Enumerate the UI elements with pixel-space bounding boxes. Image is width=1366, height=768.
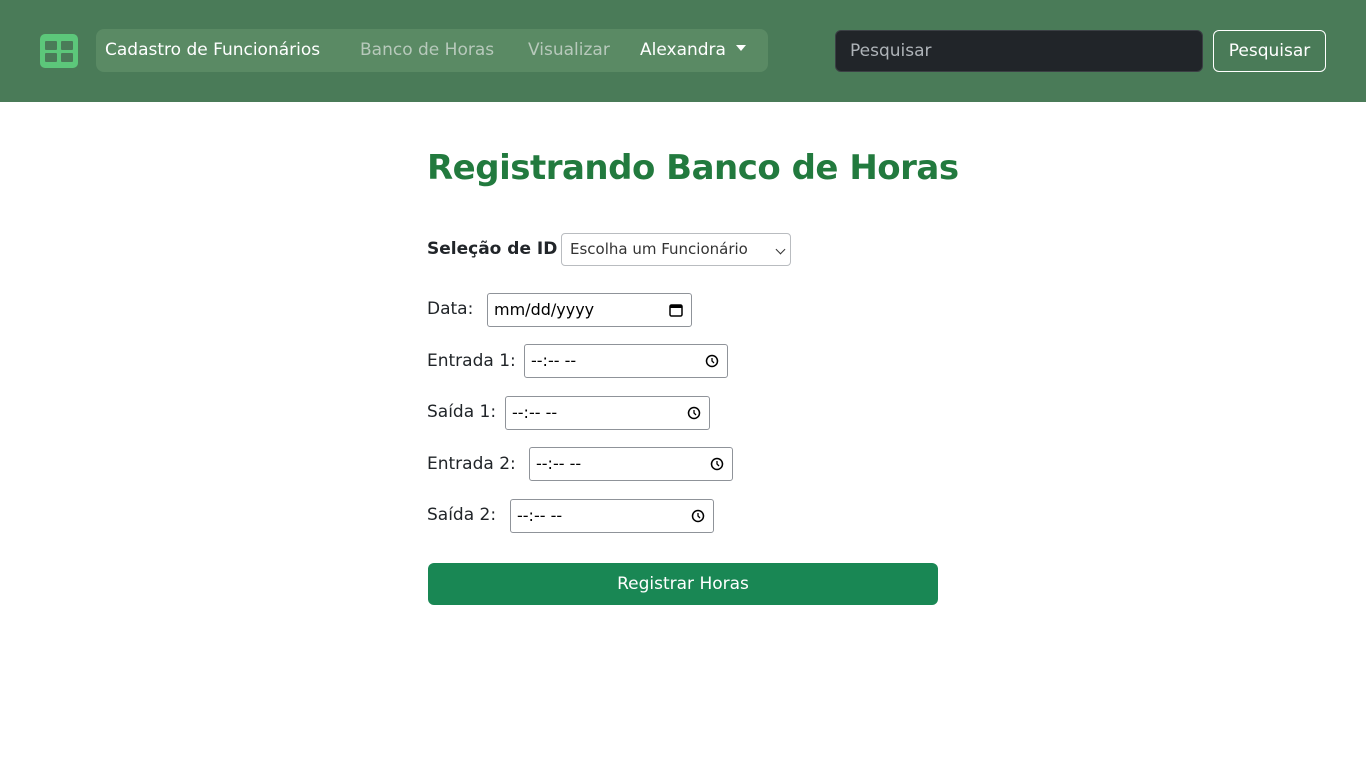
clock-icon[interactable] xyxy=(705,354,719,368)
entrada-1-label: Entrada 1: xyxy=(427,351,516,371)
clock-icon[interactable] xyxy=(691,509,705,523)
clock-icon[interactable] xyxy=(710,457,724,471)
date-input-value: mm/dd/yyyy xyxy=(494,300,595,319)
nav-link-banco-de-horas[interactable]: Banco de Horas xyxy=(360,29,494,72)
saida-2-label: Saída 2: xyxy=(427,505,497,525)
entrada-1-value: --:-- -- xyxy=(531,351,577,370)
saida-1-value: --:-- -- xyxy=(512,403,558,422)
saida-2-input[interactable]: --:-- -- xyxy=(510,499,714,533)
register-hours-button[interactable]: Registrar Horas xyxy=(428,563,938,605)
chevron-down-icon xyxy=(775,244,786,255)
entrada-2-value: --:-- -- xyxy=(536,454,582,473)
nav-link-cadastro-funcionarios[interactable]: Cadastro de Funcionários xyxy=(105,29,320,72)
date-input[interactable]: mm/dd/yyyy xyxy=(487,293,692,327)
page-title: Registrando Banco de Horas xyxy=(427,148,959,188)
nav-link-visualizar[interactable]: Visualizar xyxy=(528,29,610,72)
saida-2-value: --:-- -- xyxy=(517,506,563,525)
user-dropdown-label: Alexandra xyxy=(640,40,726,60)
search-input[interactable] xyxy=(835,30,1203,72)
top-navbar: Cadastro de Funcionários Banco de Horas … xyxy=(0,0,1366,102)
employee-select[interactable]: Escolha um Funcionário xyxy=(561,233,791,266)
caret-down-icon xyxy=(735,45,746,51)
clock-icon[interactable] xyxy=(687,406,701,420)
saida-1-label: Saída 1: xyxy=(427,402,497,422)
entrada-2-label: Entrada 2: xyxy=(427,454,516,474)
user-dropdown[interactable]: Alexandra xyxy=(640,29,746,72)
entrada-2-input[interactable]: --:-- -- xyxy=(529,447,733,481)
table-grid-icon[interactable] xyxy=(40,34,78,68)
employee-select-value: Escolha um Funcionário xyxy=(570,240,748,258)
id-select-label: Seleção de ID xyxy=(427,239,558,259)
saida-1-input[interactable]: --:-- -- xyxy=(505,396,710,430)
calendar-icon[interactable] xyxy=(669,303,683,317)
entrada-1-input[interactable]: --:-- -- xyxy=(524,344,728,378)
nav-links: Cadastro de Funcionários Banco de Horas … xyxy=(96,29,768,72)
date-label: Data: xyxy=(427,299,474,319)
search-button[interactable]: Pesquisar xyxy=(1213,30,1326,72)
